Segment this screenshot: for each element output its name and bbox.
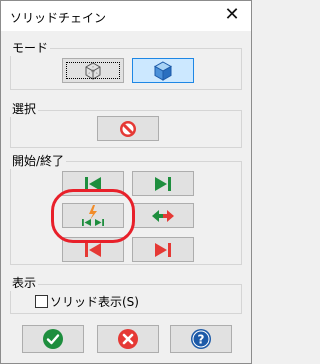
wireframe-mode-button[interactable] [62,58,124,83]
ok-button[interactable] [22,325,84,353]
start-end-group-label: 開始/終了 [10,152,67,169]
question-mark-icon: ? [191,329,211,349]
solid-mode-button[interactable] [132,58,194,83]
svg-text:?: ? [198,333,205,347]
skip-to-end-green-icon [155,176,171,191]
solid-display-checkbox[interactable] [35,295,48,308]
display-group-label: 表示 [10,274,39,291]
dialog-window: ソリッドチェイン ✕ モード 選択 開始/終了 表示 ソリッド表示(S) ? [0,0,252,364]
close-button[interactable]: ✕ [221,4,243,26]
select-group-label: 選択 [10,100,39,117]
wireframe-cube-icon [85,61,101,80]
end-last-button[interactable] [132,237,194,262]
prohibited-icon [120,120,136,137]
swap-direction-button[interactable] [132,203,194,228]
mode-group-label: モード [10,39,51,56]
solid-cube-icon [153,60,173,81]
help-button[interactable]: ? [170,325,232,353]
window-title: ソリッドチェイン [10,11,107,25]
skip-to-end-red-icon [155,242,171,257]
checkmark-icon [43,329,63,349]
swap-arrows-icon [152,209,174,222]
skip-to-start-red-icon [85,242,101,257]
solid-display-label[interactable]: ソリッド表示(S) [50,293,139,310]
deselect-button[interactable] [97,116,159,141]
start-last-button[interactable] [132,171,194,196]
x-circle-icon [118,329,138,349]
cancel-button[interactable] [97,325,159,353]
title-bar: ソリッドチェイン ✕ [1,1,251,31]
highlight-ring [51,189,135,243]
